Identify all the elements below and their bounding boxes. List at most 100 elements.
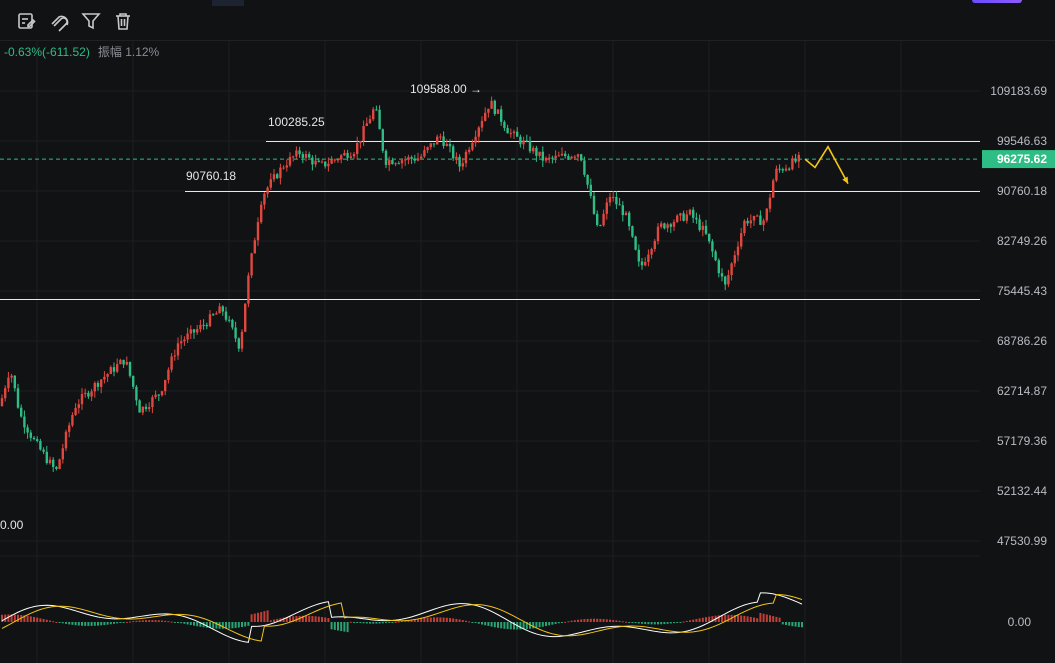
macd-histogram-bar xyxy=(663,622,666,625)
y-axis-tick-label: 109183.69 xyxy=(990,84,1047,98)
macd-histogram-bar xyxy=(103,622,106,626)
candle-body xyxy=(794,158,797,162)
candle-body xyxy=(10,375,13,378)
candle-body xyxy=(653,241,656,250)
candle-body xyxy=(394,163,397,165)
macd-histogram-bar xyxy=(445,617,448,622)
macd-histogram-bar xyxy=(266,610,269,622)
candle-body xyxy=(308,154,311,158)
candle-body xyxy=(679,213,682,216)
macd-histogram-bar xyxy=(68,622,71,625)
candle-body xyxy=(644,261,647,266)
macd-histogram-bar xyxy=(289,616,291,622)
macd-histogram-bar xyxy=(740,615,743,622)
macd-histogram-bar xyxy=(535,622,538,628)
candle-body xyxy=(343,152,346,156)
candle-body xyxy=(55,466,58,469)
candle-body xyxy=(199,324,202,330)
candle-body xyxy=(548,157,551,159)
macd-histogram-bar xyxy=(154,620,157,622)
macd-histogram-bar xyxy=(33,616,35,622)
candle-body xyxy=(752,215,756,221)
candle-body xyxy=(84,392,87,395)
macd-histogram-bar xyxy=(708,616,711,622)
macd-histogram-bar xyxy=(311,616,314,622)
macd-histogram-bar xyxy=(106,622,109,625)
macd-histogram-bar xyxy=(353,622,355,623)
macd-histogram-bar xyxy=(148,620,151,622)
candle-body xyxy=(407,157,410,160)
macd-histogram-bar xyxy=(449,618,451,622)
macd-histogram-bar xyxy=(628,622,631,623)
current-price-label: 96275.62 xyxy=(997,152,1047,166)
candle-body xyxy=(695,217,698,220)
candle-body xyxy=(436,136,439,145)
candle-body xyxy=(560,153,564,156)
macd-histogram-bar xyxy=(689,620,691,622)
candle-body xyxy=(756,215,759,217)
macd-histogram-bar xyxy=(778,617,781,622)
candle-body xyxy=(311,157,314,165)
macd-histogram-bar xyxy=(346,622,349,633)
macd-histogram-bar xyxy=(74,622,77,626)
macd-histogram-bar xyxy=(125,621,128,623)
candle-body xyxy=(362,126,365,141)
candle-body xyxy=(461,163,464,167)
macd-histogram-bar xyxy=(87,622,90,626)
candle-body xyxy=(349,156,352,158)
macd-histogram-bar xyxy=(58,622,61,623)
macd-histogram-bar xyxy=(647,622,650,625)
macd-histogram-bar xyxy=(589,618,592,622)
candle-body xyxy=(589,184,592,196)
macd-histogram-bar xyxy=(29,616,32,622)
candle-body xyxy=(778,168,781,170)
candle-body xyxy=(746,220,749,224)
macd-histogram-bar xyxy=(666,622,669,624)
candle-body xyxy=(740,233,743,247)
candle-body xyxy=(599,225,602,227)
candle-body xyxy=(320,161,324,163)
macd-histogram-bar xyxy=(753,617,755,622)
macd-histogram-bar xyxy=(743,615,746,622)
candle-body xyxy=(346,152,349,158)
macd-histogram-bar xyxy=(17,614,19,622)
candle-body xyxy=(116,364,119,372)
macd-histogram-bar xyxy=(797,622,800,628)
candle-body xyxy=(621,205,624,216)
macd-histogram-bar xyxy=(685,620,688,622)
candle-body xyxy=(797,154,800,162)
candle-body xyxy=(183,339,186,342)
candle-body xyxy=(4,388,7,399)
macd-histogram-bar xyxy=(269,620,272,622)
macd-histogram-bar xyxy=(599,618,602,622)
candle-body xyxy=(688,209,692,215)
candle-body xyxy=(455,156,458,159)
macd-histogram-bar xyxy=(426,617,429,622)
macd-histogram-bar xyxy=(161,620,163,622)
candle-body xyxy=(490,100,493,109)
candlestick-series xyxy=(0,96,800,472)
candle-body xyxy=(48,459,52,464)
candle-body xyxy=(221,306,224,312)
candle-body xyxy=(192,329,196,333)
candle-body xyxy=(506,127,509,134)
candle-body xyxy=(743,220,746,234)
macd-histogram-bar xyxy=(653,622,656,625)
macd-histogram-bar xyxy=(452,618,455,622)
macd-histogram-bar xyxy=(205,622,208,628)
candle-body xyxy=(445,144,448,146)
candle-body xyxy=(711,241,714,252)
candle-body xyxy=(727,275,730,285)
candle-body xyxy=(426,147,429,151)
candle-body xyxy=(125,361,128,365)
candle-body xyxy=(388,159,391,165)
macd-histogram-bar xyxy=(785,622,787,626)
candle-body xyxy=(215,313,218,315)
candle-body xyxy=(13,375,16,389)
change-text: -0.63%(-611.52) xyxy=(4,45,90,59)
macd-histogram-bar xyxy=(423,617,426,622)
price-chart[interactable]: 109588.00 → 100285.25 90760.18 0.00 109183.… xyxy=(0,0,1055,663)
macd-histogram-bar xyxy=(337,622,339,631)
candle-body xyxy=(148,407,151,409)
macd-histogram-bar xyxy=(327,618,330,622)
